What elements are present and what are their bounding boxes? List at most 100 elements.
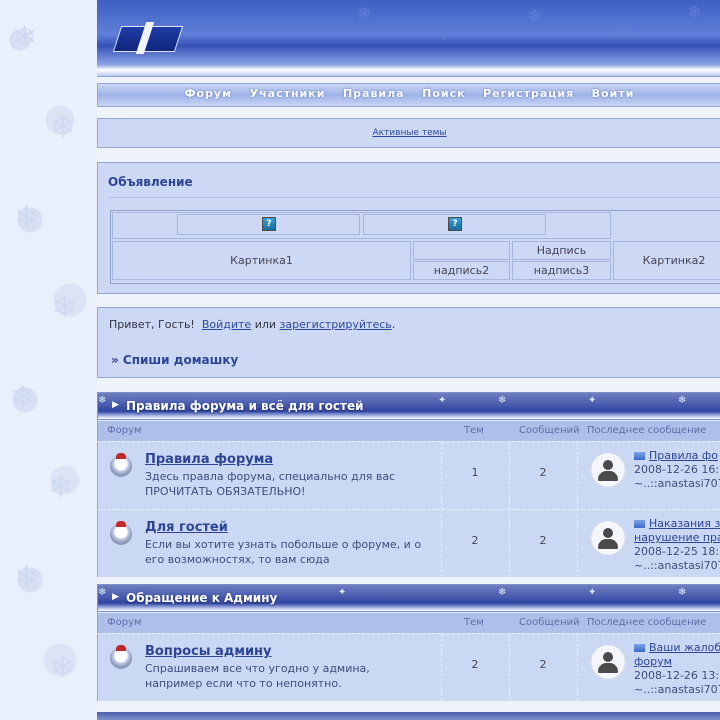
snowflake-icon: ❄ xyxy=(14,200,40,235)
post-icon xyxy=(634,520,645,528)
snowflake-icon: ❄ xyxy=(50,650,76,685)
col-last-post: Последнее сообщение xyxy=(587,425,707,436)
table-cell: ? xyxy=(177,214,360,235)
posts-count: 2 xyxy=(539,534,547,547)
register-link[interactable]: зарегистрируйтесь xyxy=(280,318,392,331)
last-post-link-cont[interactable]: нарушение пра xyxy=(634,531,720,544)
col-forum: Форум xyxy=(107,617,142,628)
help-icon[interactable]: ? xyxy=(262,217,276,231)
arrow-right-icon: ▶ xyxy=(112,592,119,602)
help-icon[interactable]: ? xyxy=(448,217,462,231)
category-header[interactable]: ❄ ✦ ❄ ✦ ❄ ▶ Правила форума и всё для гос… xyxy=(97,392,720,420)
category-title: Правила форума и всё для гостей xyxy=(126,399,364,413)
nav-forum[interactable]: Форум xyxy=(185,84,233,104)
announcement-title: Объявление xyxy=(108,175,193,189)
category-title: Обращение к Админу xyxy=(126,591,278,605)
posts-count: 2 xyxy=(539,466,547,479)
last-post-link[interactable]: Наказания з xyxy=(649,517,720,530)
label3-cell: надпись3 xyxy=(512,261,611,280)
snowflake-icon: ❄ xyxy=(48,470,74,505)
col-posts: Сообщений xyxy=(519,425,580,436)
last-post-link-cont[interactable]: форум xyxy=(634,655,672,668)
main-navigation: Форум Участники Правила Поиск Регистраци… xyxy=(97,83,720,107)
login-link[interactable]: Войдите xyxy=(202,318,251,331)
site-header-banner: ❄ ❄ ❄ ❄ ❄ xyxy=(97,0,720,77)
label-top-cell: Надпись xyxy=(512,241,611,260)
snowflake-icon: ❄ xyxy=(14,560,40,595)
topics-count: 2 xyxy=(471,534,479,547)
last-post-info: Ваши жалоб форум 2008-12-26 13: ~..::ana… xyxy=(634,641,720,697)
last-post-link[interactable]: Правила фо xyxy=(649,449,718,462)
picture1-cell: Картинка1 xyxy=(112,241,411,280)
col-last-post: Последнее сообщение xyxy=(587,617,707,628)
last-post-date: 2008-12-26 13: xyxy=(634,669,720,682)
table-cell: ? xyxy=(363,214,546,235)
snowflake-icon: ❄ xyxy=(12,20,38,55)
snowflake-icon: ❄ xyxy=(527,6,543,27)
col-forum: Форум xyxy=(107,425,142,436)
snowflake-icon: ❄ xyxy=(498,395,507,406)
nav-search[interactable]: Поиск xyxy=(422,84,465,104)
snowflake-icon: ✦ xyxy=(338,587,347,598)
divider xyxy=(108,197,720,198)
active-topics-bar: Активные темы xyxy=(97,118,720,148)
picture2-cell: Картинка2 xyxy=(613,241,720,280)
snowflake-icon: ❄ xyxy=(10,380,36,415)
greeting-line: Привет, Гость! Войдите или зарегистрируй… xyxy=(109,318,395,331)
nav-rules[interactable]: Правила xyxy=(343,84,405,104)
last-post-info: Наказания з нарушение пра 2008-12-25 18:… xyxy=(634,517,720,573)
forum-description: Если вы хотите узнать побольше о форуме,… xyxy=(145,538,422,566)
avatar[interactable] xyxy=(590,644,626,680)
forum-row: Для гостей Если вы хотите узнать побольш… xyxy=(97,509,720,577)
post-icon xyxy=(634,452,645,460)
last-post-info: Правила фо 2008-12-26 16: ~..::anastasi7… xyxy=(634,449,720,491)
snowflake-icon: ❄ xyxy=(50,110,76,145)
forum-description: Спрашиваем все что угодно у админа, напр… xyxy=(145,662,370,690)
snowflake-icon: ❄ xyxy=(98,587,107,598)
gift-logo-icon[interactable] xyxy=(111,14,189,54)
snowflake-icon: ❄ xyxy=(687,2,703,23)
nav-members[interactable]: Участники xyxy=(250,84,326,104)
col-topics: Тем xyxy=(464,425,484,436)
period-text: . xyxy=(391,318,396,331)
homework-link[interactable]: » Спиши домашку xyxy=(111,353,238,367)
category-header[interactable]: ❄ ✦ ❄ ✦ ❄ ▶ Обращение к Админу xyxy=(97,584,720,612)
forum-description: Здесь правла форума, специально для вас … xyxy=(145,470,396,498)
arrow-right-icon: ▶ xyxy=(112,400,119,410)
nav-register[interactable]: Регистрация xyxy=(483,84,574,104)
guest-greeting-panel: Привет, Гость! Войдите или зарегистрируй… xyxy=(97,307,720,378)
table-cell xyxy=(413,241,510,260)
column-headers: Форум Тем Сообщений Последнее сообщение xyxy=(97,612,720,633)
col-topics: Тем xyxy=(464,617,484,628)
posts-count: 2 xyxy=(539,658,547,671)
avatar[interactable] xyxy=(590,452,626,488)
topics-count: 1 xyxy=(471,466,479,479)
forum-row: Правила форума Здесь правла форума, спец… xyxy=(97,441,720,509)
forum-title-link[interactable]: Вопросы админу xyxy=(145,644,272,659)
avatar[interactable] xyxy=(590,520,626,556)
forum-status-icon xyxy=(110,521,132,545)
snowflake-icon: ✦ xyxy=(588,395,597,406)
snowflake-icon: ❄ xyxy=(52,290,78,325)
snowflake-icon: ❄ xyxy=(498,587,507,598)
active-topics-link[interactable]: Активные темы xyxy=(372,128,446,138)
snowflake-icon: ✦ xyxy=(588,587,597,598)
forum-title-link[interactable]: Правила форума xyxy=(145,452,273,467)
last-post-author[interactable]: ~..::anastasi707 xyxy=(634,559,720,572)
forum-status-icon xyxy=(110,645,132,669)
category-block: ❄ ✦ ❄ ✦ ❄ ▶ Правила форума и всё для гос… xyxy=(97,392,720,577)
nav-login[interactable]: Войти xyxy=(592,84,635,104)
last-post-link[interactable]: Ваши жалоб xyxy=(649,641,720,654)
greeting-text: Привет, Гость! xyxy=(109,318,195,331)
last-post-author[interactable]: ~..::anastasi707 xyxy=(634,683,720,696)
snowflake-icon: ❄ xyxy=(678,587,687,598)
snowflake-icon: ✦ xyxy=(438,395,447,406)
last-post-author[interactable]: ~..::anastasi707 xyxy=(634,477,720,490)
forum-title-link[interactable]: Для гостей xyxy=(145,520,228,535)
next-category-header-edge xyxy=(97,712,720,720)
announcement-table: ? ? Картинка1 Надпись надпись2 надпись3 … xyxy=(110,210,720,284)
topics-count: 2 xyxy=(471,658,479,671)
category-block: ❄ ✦ ❄ ✦ ❄ ▶ Обращение к Админу Форум Тем… xyxy=(97,584,720,701)
snowflake-icon: ❄ xyxy=(617,22,633,43)
snowflake-icon: ❄ xyxy=(437,24,453,45)
